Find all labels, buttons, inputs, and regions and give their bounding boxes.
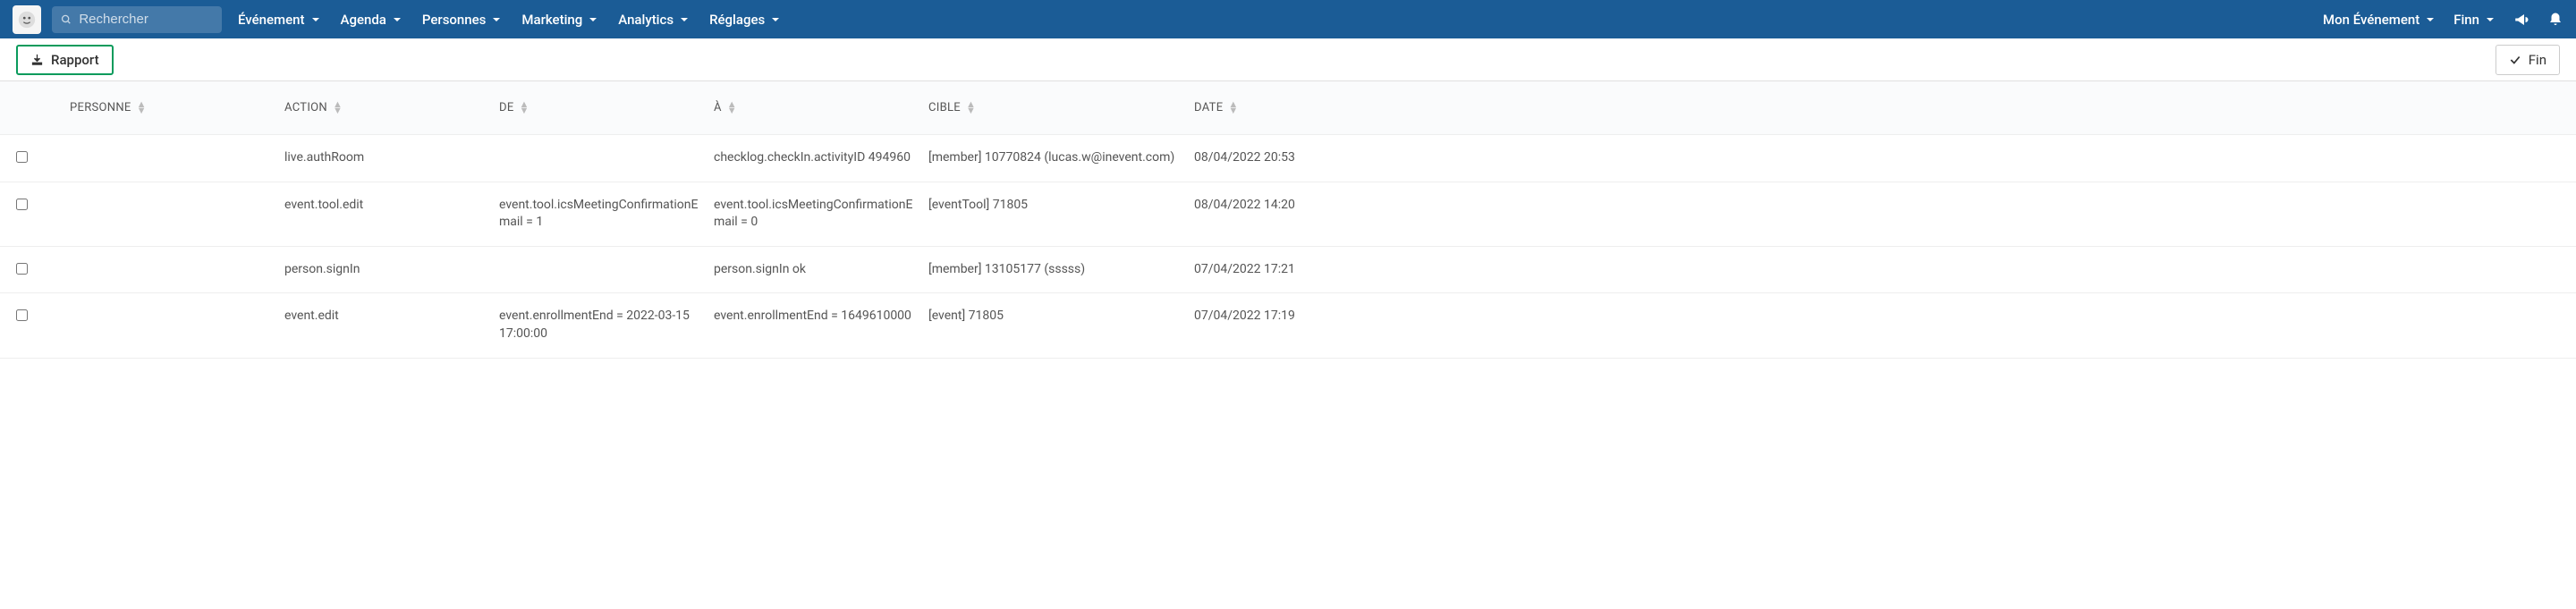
cell-de: event.enrollmentEnd = 2022-03-15 17:00:0… (499, 308, 714, 343)
sort-icon: ▲▼ (727, 102, 737, 114)
sort-icon: ▲▼ (333, 102, 343, 114)
chevron-down-icon (770, 14, 781, 25)
nav-right: Mon Événement Finn (2323, 12, 2563, 28)
event-switcher[interactable]: Mon Événement (2323, 12, 2436, 28)
row-checkbox[interactable] (16, 309, 28, 321)
download-icon (30, 53, 44, 66)
nav-item-agenda[interactable]: Agenda (341, 12, 402, 28)
cell-de: event.tool.icsMeetingConfirmationEmail =… (499, 197, 714, 232)
nav-label: Réglages (709, 12, 765, 28)
chevron-down-icon (588, 14, 598, 25)
sort-icon: ▲▼ (520, 102, 530, 114)
cell-date: 08/04/2022 20:53 (1194, 149, 2560, 167)
cell-cible: [event] 71805 (928, 308, 1194, 326)
col-header-action[interactable]: ACTION▲▼ (284, 101, 499, 114)
sort-icon: ▲▼ (1228, 102, 1238, 114)
cell-action: event.edit (284, 308, 499, 326)
app-logo[interactable] (13, 5, 41, 34)
cell-cible: [member] 10770824 (lucas.w@inevent.com) (928, 149, 1194, 167)
row-checkbox[interactable] (16, 199, 28, 210)
col-header-personne[interactable]: PERSONNE▲▼ (70, 101, 284, 114)
table-header: PERSONNE▲▼ ACTION▲▼ DE▲▼ À▲▼ CIBLE▲▼ DAT… (0, 81, 2576, 135)
col-header-date[interactable]: DATE▲▼ (1194, 101, 2560, 114)
row-checkbox[interactable] (16, 263, 28, 275)
sort-icon: ▲▼ (137, 102, 147, 114)
notifications-button[interactable] (2547, 12, 2563, 28)
table-body: live.authRoom checklog.checkIn.activityID… (0, 135, 2576, 359)
cell-a: checklog.checkIn.activityID 494960 (714, 149, 928, 167)
nav-menu: Événement Agenda Personnes Marketing Ana… (238, 12, 781, 28)
nav-item-evenement[interactable]: Événement (238, 12, 321, 28)
search-icon (61, 13, 72, 26)
fin-label: Fin (2529, 52, 2546, 68)
sort-icon: ▲▼ (966, 102, 976, 114)
nav-label: Événement (238, 12, 305, 28)
search-input-wrap[interactable] (52, 6, 222, 33)
chevron-down-icon (491, 14, 502, 25)
cell-cible: [eventTool] 71805 (928, 197, 1194, 215)
toolbar: Rapport Fin (0, 38, 2576, 81)
check-icon (2509, 54, 2521, 66)
cell-a: event.tool.icsMeetingConfirmationEmail =… (714, 197, 928, 232)
col-header-a[interactable]: À▲▼ (714, 101, 928, 114)
cell-date: 07/04/2022 17:21 (1194, 261, 2560, 279)
table-row[interactable]: person.signIn person.signIn ok[member] 13… (0, 247, 2576, 294)
cell-a: person.signIn ok (714, 261, 928, 279)
col-header-cible[interactable]: CIBLE▲▼ (928, 101, 1194, 114)
cell-a: event.enrollmentEnd = 1649610000 (714, 308, 928, 326)
fin-button[interactable]: Fin (2496, 45, 2560, 75)
cell-cible: [member] 13105177 (sssss) (928, 261, 1194, 279)
cell-date: 07/04/2022 17:19 (1194, 308, 2560, 326)
cell-action: person.signIn (284, 261, 499, 279)
search-input[interactable] (79, 12, 213, 27)
user-menu[interactable]: Finn (2453, 12, 2496, 28)
nav-label: Analytics (618, 12, 674, 28)
rapport-label: Rapport (51, 52, 99, 68)
nav-label: Agenda (341, 12, 386, 28)
table-row[interactable]: event.tool.editevent.tool.icsMeetingConf… (0, 182, 2576, 247)
announcements-button[interactable] (2513, 12, 2529, 28)
cell-date: 08/04/2022 14:20 (1194, 197, 2560, 215)
col-header-de[interactable]: DE▲▼ (499, 101, 714, 114)
table-row[interactable]: live.authRoom checklog.checkIn.activityID… (0, 135, 2576, 182)
nav-label: Marketing (521, 12, 582, 28)
chevron-down-icon (679, 14, 690, 25)
megaphone-icon (2513, 12, 2529, 28)
nav-item-analytics[interactable]: Analytics (618, 12, 690, 28)
chevron-down-icon (2485, 14, 2496, 25)
row-checkbox[interactable] (16, 151, 28, 163)
nav-item-reglages[interactable]: Réglages (709, 12, 781, 28)
table-row[interactable]: event.editevent.enrollmentEnd = 2022-03-… (0, 293, 2576, 358)
top-nav: Événement Agenda Personnes Marketing Ana… (0, 0, 2576, 38)
chevron-down-icon (392, 14, 402, 25)
robot-icon (17, 10, 37, 30)
cell-action: live.authRoom (284, 149, 499, 167)
nav-label: Personnes (422, 12, 487, 28)
user-label: Finn (2453, 12, 2479, 28)
chevron-down-icon (2425, 14, 2436, 25)
cell-action: event.tool.edit (284, 197, 499, 215)
chevron-down-icon (310, 14, 321, 25)
rapport-button[interactable]: Rapport (16, 45, 114, 75)
bell-icon (2547, 12, 2563, 28)
nav-item-personnes[interactable]: Personnes (422, 12, 503, 28)
nav-item-marketing[interactable]: Marketing (521, 12, 598, 28)
event-label: Mon Événement (2323, 12, 2419, 28)
